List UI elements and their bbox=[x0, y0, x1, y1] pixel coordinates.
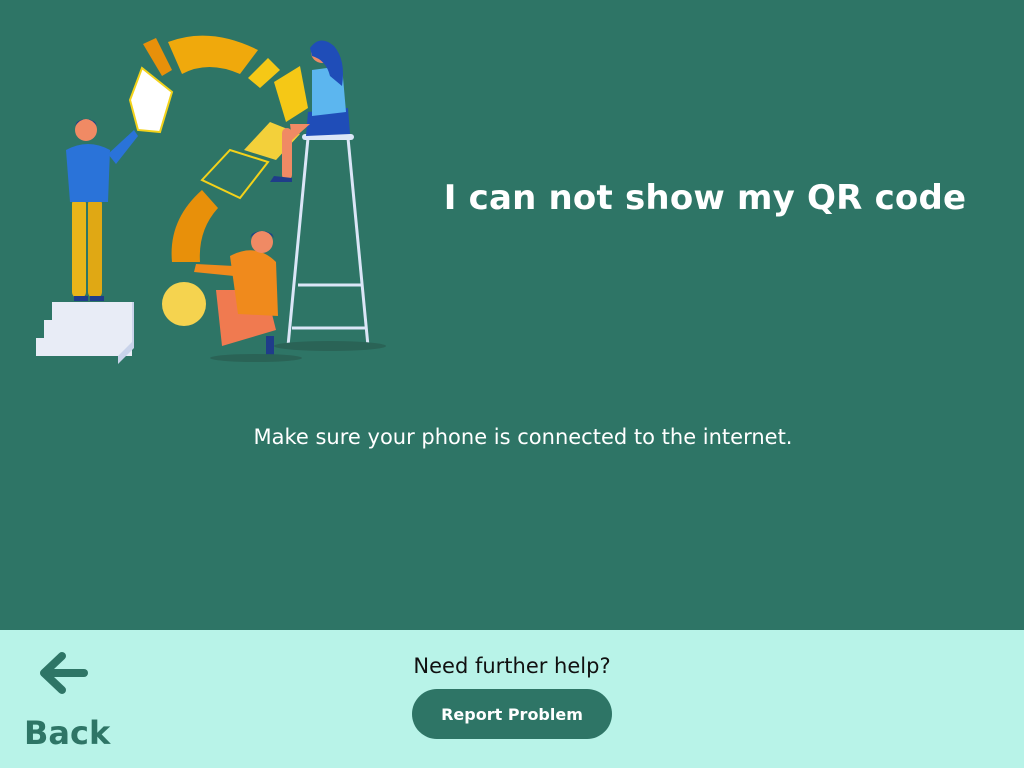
question-segment-right bbox=[274, 66, 308, 122]
page-title: I can not show my QR code bbox=[443, 178, 967, 218]
question-segment-outline bbox=[200, 148, 270, 200]
report-problem-button[interactable]: Report Problem bbox=[412, 689, 612, 739]
question-segment-top bbox=[168, 35, 258, 74]
question-segment-stem bbox=[171, 190, 218, 262]
back-label: Back bbox=[24, 714, 111, 752]
help-message: Make sure your phone is connected to the… bbox=[253, 425, 793, 449]
stool bbox=[286, 137, 370, 347]
stairs bbox=[36, 302, 132, 356]
question-mark-team-illustration bbox=[36, 35, 386, 364]
footer-bar: Back Need further help? Report Problem bbox=[0, 630, 1024, 768]
person-sitting bbox=[270, 40, 350, 182]
person-standing bbox=[66, 119, 138, 301]
question-dot bbox=[162, 282, 206, 326]
arrow-left-icon bbox=[40, 652, 88, 694]
back-button[interactable]: Back bbox=[18, 648, 118, 752]
person-kneeling bbox=[194, 231, 302, 362]
need-help-text: Need further help? bbox=[413, 654, 611, 678]
question-segment-white bbox=[128, 66, 174, 134]
main-panel: I can not show my QR code Make sure your… bbox=[0, 0, 1024, 630]
question-segment-top-left bbox=[143, 38, 172, 76]
